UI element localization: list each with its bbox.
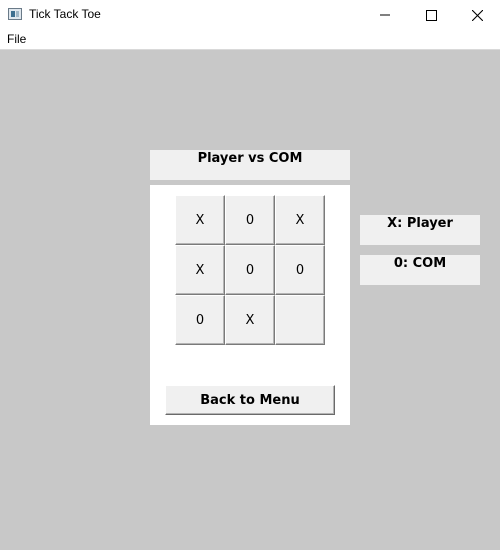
board-cell-1[interactable]: X — [175, 195, 225, 245]
board-cell-3[interactable]: X — [275, 195, 325, 245]
mode-label: Player vs COM — [197, 151, 303, 166]
player-o-label: 0: COM — [393, 256, 447, 271]
board-cell-8[interactable]: X — [225, 295, 275, 345]
close-button[interactable] — [454, 0, 500, 30]
player-x-label: X: Player — [387, 216, 453, 231]
board-cell-9[interactable] — [275, 295, 325, 345]
board-cell-7[interactable]: 0 — [175, 295, 225, 345]
board-cell-6[interactable]: 0 — [275, 245, 325, 295]
minimize-icon — [380, 14, 390, 16]
menu-bar: File — [0, 30, 500, 50]
board-cell-2[interactable]: 0 — [225, 195, 275, 245]
mode-header: Player vs COM — [150, 150, 350, 180]
window-title: Tick Tack Toe — [29, 7, 101, 21]
app-window-icon — [8, 8, 22, 20]
player-o-label-box: 0: COM — [360, 255, 480, 285]
back-to-menu-button[interactable]: Back to Menu — [165, 385, 335, 415]
board-cell-4[interactable]: X — [175, 245, 225, 295]
title-bar[interactable]: Tick Tack Toe — [0, 0, 500, 30]
maximize-button[interactable] — [408, 0, 454, 30]
maximize-icon — [425, 9, 437, 21]
close-icon — [471, 9, 483, 21]
player-x-label-box: X: Player — [360, 215, 480, 245]
board-cell-5[interactable]: 0 — [225, 245, 275, 295]
menu-file[interactable]: File — [7, 32, 26, 46]
board-panel: X 0 X X 0 0 0 X Back to Menu — [150, 185, 350, 425]
minimize-button[interactable] — [362, 0, 408, 30]
